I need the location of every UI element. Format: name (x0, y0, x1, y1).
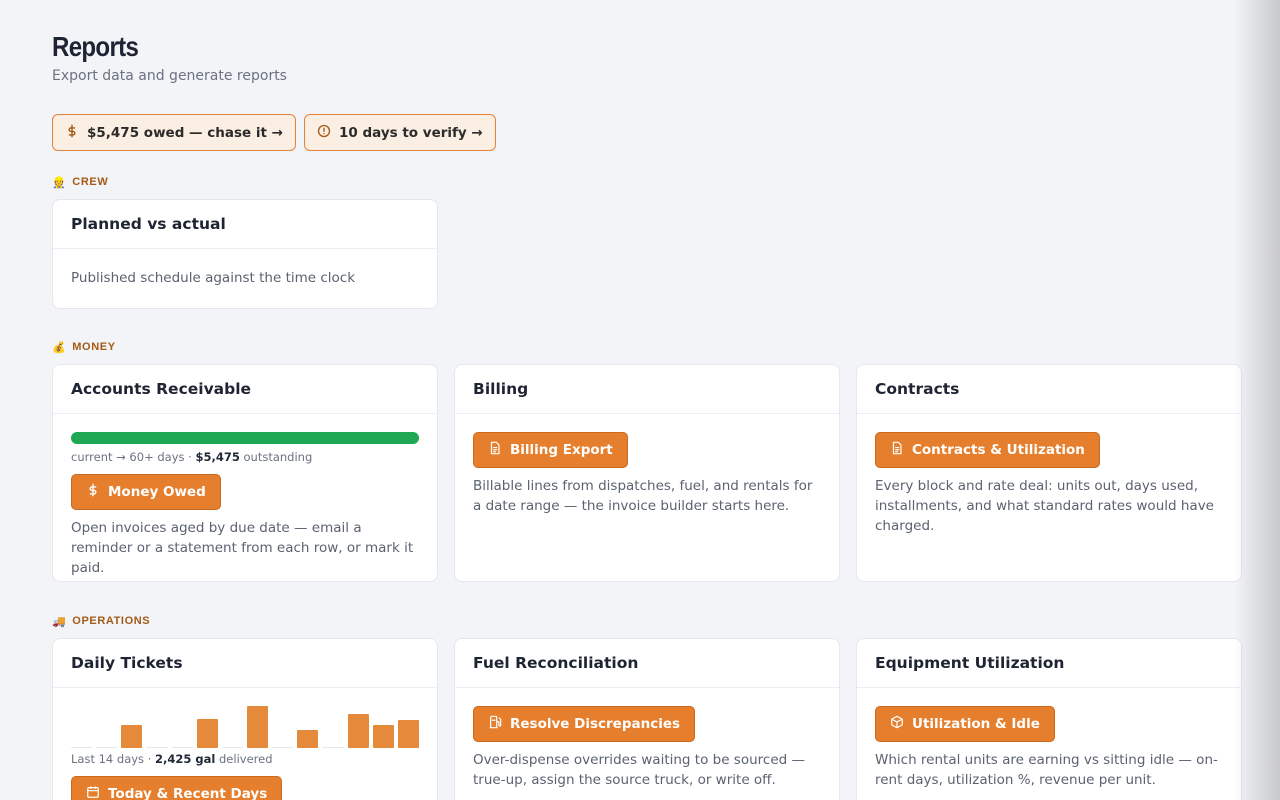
fuel-pump-icon (488, 715, 502, 733)
reports-page: Reports Export data and generate reports… (0, 0, 1280, 800)
card-description: Over-dispense overrides waiting to be so… (473, 752, 805, 788)
sparkline-bar (71, 747, 93, 748)
sparkline-bar (322, 747, 344, 748)
document-icon (488, 441, 502, 459)
card-title: Planned vs actual (53, 200, 437, 249)
sparkline-bar (171, 747, 193, 748)
contracts-utilization-button[interactable]: Contracts & Utilization (875, 432, 1100, 468)
money-bag-icon: 💰 (52, 341, 67, 354)
sparkline-bar (397, 719, 419, 748)
card-description: Which rental units are earning vs sittin… (875, 752, 1218, 788)
dollar-icon (65, 124, 79, 142)
tickets-sparkline (71, 706, 419, 748)
card-fuel-reconciliation: Fuel Reconciliation Resolve Discrepancie… (454, 638, 840, 800)
card-description: Published schedule against the time cloc… (71, 270, 356, 286)
page-title: Reports (52, 31, 139, 62)
tickets-gallons: 2,425 gal (155, 752, 216, 766)
card-planned-vs-actual[interactable]: Planned vs actual Published schedule aga… (52, 199, 438, 309)
sparkline-bar (347, 714, 369, 748)
sparkline-bar (221, 747, 243, 748)
document-icon (890, 441, 904, 459)
card-equipment-utilization: Equipment Utilization Utilization & Idle… (856, 638, 1242, 800)
sparkline-bar (372, 724, 394, 748)
box-icon (890, 715, 904, 733)
verify-days-alert[interactable]: 10 days to verify → (303, 114, 496, 151)
sparkline-bar (121, 724, 143, 748)
money-cards: Accounts Receivable current → 60+ days ·… (52, 364, 1242, 582)
sparkline-bar (96, 747, 118, 748)
dollar-icon (86, 483, 100, 501)
tickets-meta: Last 14 days · 2,425 gal delivered (71, 752, 273, 766)
card-billing: Billing Billing Export Billable lines fr… (454, 364, 840, 582)
card-accounts-receivable: Accounts Receivable current → 60+ days ·… (52, 364, 438, 582)
alert-circle-icon (317, 124, 331, 142)
ar-outstanding-amount: $5,475 (195, 450, 240, 464)
today-recent-days-button[interactable]: Today & Recent Days (71, 776, 283, 800)
money-owed-alert[interactable]: $5,475 owed — chase it → (52, 114, 296, 151)
verify-days-alert-label: 10 days to verify → (338, 124, 483, 141)
card-description: Open invoices aged by due date — email a… (71, 520, 414, 576)
worker-icon: 👷 (52, 176, 67, 189)
money-owed-button[interactable]: Money Owed (71, 474, 221, 510)
section-header-operations: 🚚 OPERATIONS (52, 614, 1242, 628)
operations-cards: Daily Tickets Last 14 days · 2,425 gal d… (52, 638, 1242, 800)
ar-aging-bar (71, 432, 419, 444)
card-contracts: Contracts Contracts & Utilization Every … (856, 364, 1242, 582)
card-title: Fuel Reconciliation (455, 639, 839, 688)
card-description: Billable lines from dispatches, fuel, an… (473, 478, 813, 514)
section-label-operations: OPERATIONS (72, 615, 151, 627)
card-description: Every block and rate deal: units out, da… (875, 478, 1214, 534)
ar-meta: current → 60+ days · $5,475 outstanding (71, 450, 313, 464)
page-subtitle: Export data and generate reports (52, 68, 287, 84)
calendar-icon (86, 785, 100, 800)
card-title: Contracts (857, 365, 1241, 414)
billing-export-button[interactable]: Billing Export (473, 432, 628, 468)
card-title: Equipment Utilization (857, 639, 1241, 688)
card-title: Daily Tickets (53, 639, 437, 688)
crew-cards: Planned vs actual Published schedule aga… (52, 199, 1242, 309)
utilization-idle-button[interactable]: Utilization & Idle (875, 706, 1055, 742)
card-title: Accounts Receivable (53, 365, 437, 414)
section-header-money: 💰 MONEY (52, 340, 1242, 354)
sparkline-bar (272, 747, 294, 748)
sparkline-bar (196, 718, 218, 748)
sparkline-bar (297, 730, 319, 748)
truck-icon: 🚚 (52, 615, 67, 628)
card-title: Billing (455, 365, 839, 414)
resolve-discrepancies-button[interactable]: Resolve Discrepancies (473, 706, 696, 742)
section-label-crew: CREW (72, 176, 109, 188)
section-header-crew: 👷 CREW (52, 175, 1242, 189)
sparkline-bar (246, 706, 269, 748)
section-label-money: MONEY (72, 341, 116, 353)
card-daily-tickets: Daily Tickets Last 14 days · 2,425 gal d… (52, 638, 438, 800)
alert-bar: $5,475 owed — chase it → 10 days to veri… (52, 114, 1242, 151)
sparkline-bar (146, 747, 168, 748)
money-owed-alert-label: $5,475 owed — chase it → (87, 124, 283, 141)
